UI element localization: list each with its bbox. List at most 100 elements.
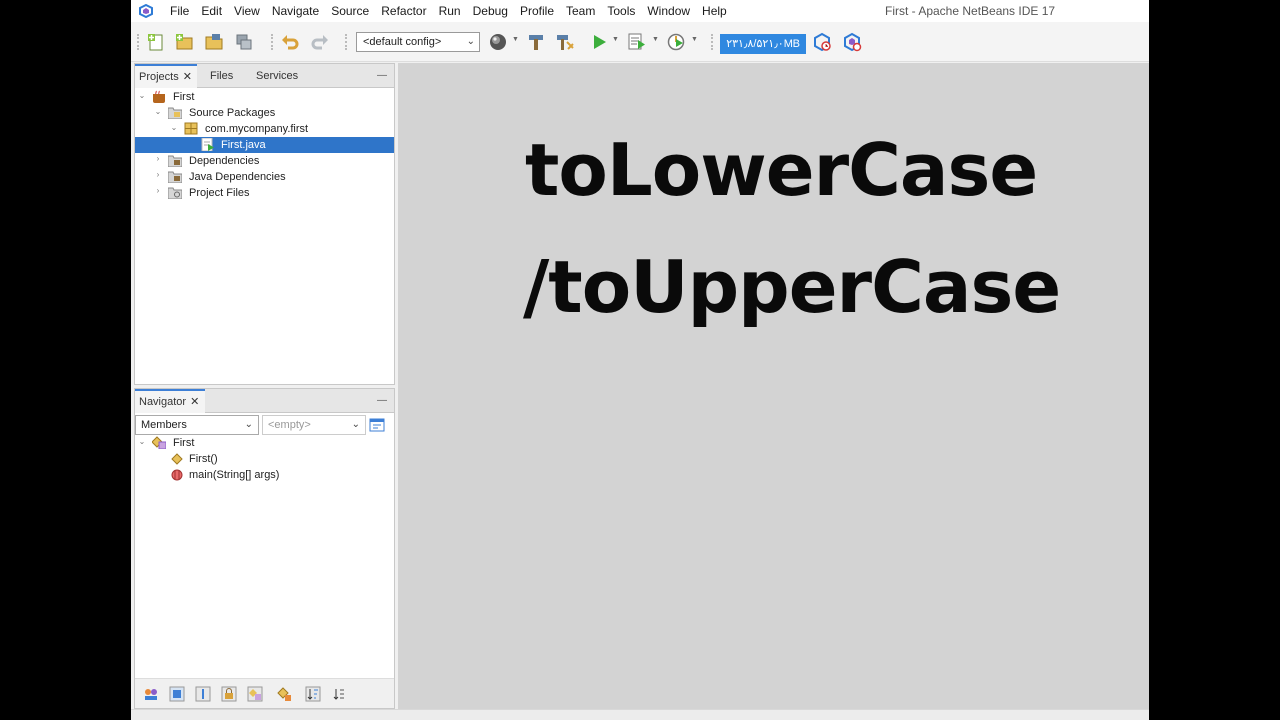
tab-projects[interactable]: Projects ✕ bbox=[135, 64, 197, 88]
navigator-panel: Navigator ✕ — Members ⌄ <empty> ⌄ ⌄ First… bbox=[134, 388, 395, 709]
status-bar bbox=[131, 709, 1149, 720]
tree-item-first-java[interactable]: First.java bbox=[221, 137, 266, 153]
new-project-icon[interactable] bbox=[174, 32, 194, 52]
menu-file[interactable]: File bbox=[164, 0, 195, 22]
toolbar-grip[interactable] bbox=[137, 34, 139, 50]
window-title: First - Apache NetBeans IDE 17 bbox=[885, 4, 1056, 18]
nav-item-main-method[interactable]: main(String[] args) bbox=[189, 467, 279, 483]
menu-edit[interactable]: Edit bbox=[195, 0, 228, 22]
run-icon[interactable] bbox=[589, 32, 609, 52]
toolbar-grip[interactable] bbox=[711, 34, 713, 50]
projects-tabbar: Projects ✕ Files Services — bbox=[135, 64, 394, 88]
new-file-icon[interactable] bbox=[146, 32, 166, 52]
tree-item-project-files[interactable]: Project Files bbox=[189, 185, 250, 201]
navigator-tabbar: Navigator ✕ — bbox=[135, 389, 394, 413]
close-icon[interactable]: ✕ bbox=[183, 71, 192, 83]
show-inner-classes-icon[interactable] bbox=[247, 686, 263, 702]
menu-run[interactable]: Run bbox=[433, 0, 467, 22]
menu-tools[interactable]: Tools bbox=[601, 0, 641, 22]
tree-item-package[interactable]: com.mycompany.first bbox=[205, 121, 308, 137]
chevron-down-icon[interactable]: ▼ bbox=[691, 36, 698, 43]
show-fields-icon[interactable] bbox=[169, 686, 185, 702]
menu-refactor[interactable]: Refactor bbox=[375, 0, 432, 22]
gc-icon[interactable] bbox=[812, 32, 832, 52]
panel-settings-icon[interactable] bbox=[369, 417, 385, 433]
close-project-icon[interactable] bbox=[234, 32, 254, 52]
show-static-icon[interactable] bbox=[195, 686, 211, 702]
filter-select[interactable]: <empty> ⌄ bbox=[262, 415, 366, 435]
debug-icon[interactable] bbox=[627, 32, 647, 52]
nav-item-class[interactable]: First bbox=[173, 435, 194, 451]
toolbar-grip[interactable] bbox=[345, 34, 347, 50]
chevron-down-icon: ⌄ bbox=[244, 419, 253, 430]
undo-icon[interactable] bbox=[280, 32, 300, 52]
tree-item-dependencies[interactable]: Dependencies bbox=[189, 153, 259, 169]
chevron-down-icon[interactable]: ▼ bbox=[512, 36, 519, 43]
main-toolbar: <default config> ⌄ ▼ ▼ ▼ ▼ ۲۳۱٫۸/۵۲۱٫۰MB bbox=[131, 22, 1149, 62]
tree-item-project[interactable]: First bbox=[173, 89, 194, 105]
menu-navigate[interactable]: Navigate bbox=[266, 0, 325, 22]
chevron-right-icon[interactable]: › bbox=[153, 154, 163, 163]
constructor-icon bbox=[171, 453, 185, 465]
menu-team[interactable]: Team bbox=[560, 0, 601, 22]
folder-icon bbox=[167, 171, 183, 184]
java-file-icon bbox=[201, 137, 215, 152]
method-icon bbox=[171, 469, 185, 481]
lock-icon[interactable] bbox=[221, 686, 237, 702]
tree-item-source-packages[interactable]: Source Packages bbox=[189, 105, 275, 121]
chevron-down-icon[interactable]: ▼ bbox=[652, 36, 659, 43]
chevron-right-icon[interactable]: › bbox=[153, 186, 163, 195]
redo-icon[interactable] bbox=[310, 32, 330, 52]
netbeans-logo-icon bbox=[138, 3, 154, 19]
clean-build-icon[interactable] bbox=[555, 32, 575, 52]
sort-by-source-icon[interactable] bbox=[331, 686, 347, 702]
overlay-title-line-2: /toUpperCase bbox=[523, 245, 1061, 329]
minimize-icon[interactable]: — bbox=[377, 70, 387, 81]
members-select[interactable]: Members ⌄ bbox=[135, 415, 259, 435]
menu-view[interactable]: View bbox=[228, 0, 266, 22]
tab-files[interactable]: Files bbox=[210, 64, 233, 88]
folder-icon bbox=[167, 107, 183, 120]
menu-source[interactable]: Source bbox=[325, 0, 375, 22]
tab-navigator[interactable]: Navigator ✕ bbox=[135, 389, 205, 413]
memory-indicator[interactable]: ۲۳۱٫۸/۵۲۱٫۰MB bbox=[720, 34, 806, 54]
editor-area[interactable]: toLowerCase /toUpperCase bbox=[398, 63, 1149, 709]
globe-icon[interactable] bbox=[488, 32, 508, 52]
tab-navigator-label: Navigator bbox=[139, 396, 187, 408]
config-select-value: <default config> bbox=[363, 36, 442, 48]
chevron-down-icon[interactable]: ⌄ bbox=[137, 91, 147, 100]
menu-help[interactable]: Help bbox=[696, 0, 733, 22]
tab-projects-label: Projects bbox=[139, 71, 179, 83]
menu-profile[interactable]: Profile bbox=[514, 0, 560, 22]
profile-icon[interactable] bbox=[666, 32, 686, 52]
javadoc-icon[interactable] bbox=[276, 686, 292, 702]
chevron-down-icon[interactable]: ⌄ bbox=[137, 437, 147, 446]
folder-icon bbox=[167, 155, 183, 168]
tab-services[interactable]: Services bbox=[256, 64, 298, 88]
chevron-down-icon: ⌄ bbox=[466, 36, 475, 47]
close-icon[interactable]: ✕ bbox=[190, 396, 199, 408]
minimize-icon[interactable]: — bbox=[377, 395, 387, 406]
chevron-down-icon[interactable]: ▼ bbox=[612, 36, 619, 43]
chevron-down-icon[interactable]: ⌄ bbox=[153, 107, 163, 116]
config-select[interactable]: <default config> ⌄ bbox=[356, 32, 480, 52]
folder-icon bbox=[167, 187, 183, 200]
tree-item-java-dependencies[interactable]: Java Dependencies bbox=[189, 169, 286, 185]
open-project-icon[interactable] bbox=[204, 32, 224, 52]
projects-panel: Projects ✕ Files Services — ⌄ First ⌄ Sou… bbox=[134, 63, 395, 385]
nav-item-constructor[interactable]: First() bbox=[189, 451, 218, 467]
package-icon bbox=[184, 122, 198, 135]
menu-debug[interactable]: Debug bbox=[467, 0, 514, 22]
members-select-value: Members bbox=[141, 419, 187, 431]
chevron-down-icon[interactable]: ⌄ bbox=[169, 123, 179, 132]
overlay-title-line-1: toLowerCase bbox=[525, 128, 1038, 212]
chevron-right-icon[interactable]: › bbox=[153, 170, 163, 179]
toolbar-grip[interactable] bbox=[271, 34, 273, 50]
show-inherited-icon[interactable] bbox=[143, 686, 159, 702]
sort-by-name-icon[interactable] bbox=[305, 686, 321, 702]
gc-profile-icon[interactable] bbox=[842, 32, 862, 52]
menu-window[interactable]: Window bbox=[641, 0, 696, 22]
navigator-filter-toolbar bbox=[135, 678, 394, 708]
project-icon bbox=[152, 90, 166, 103]
build-icon[interactable] bbox=[526, 32, 546, 52]
